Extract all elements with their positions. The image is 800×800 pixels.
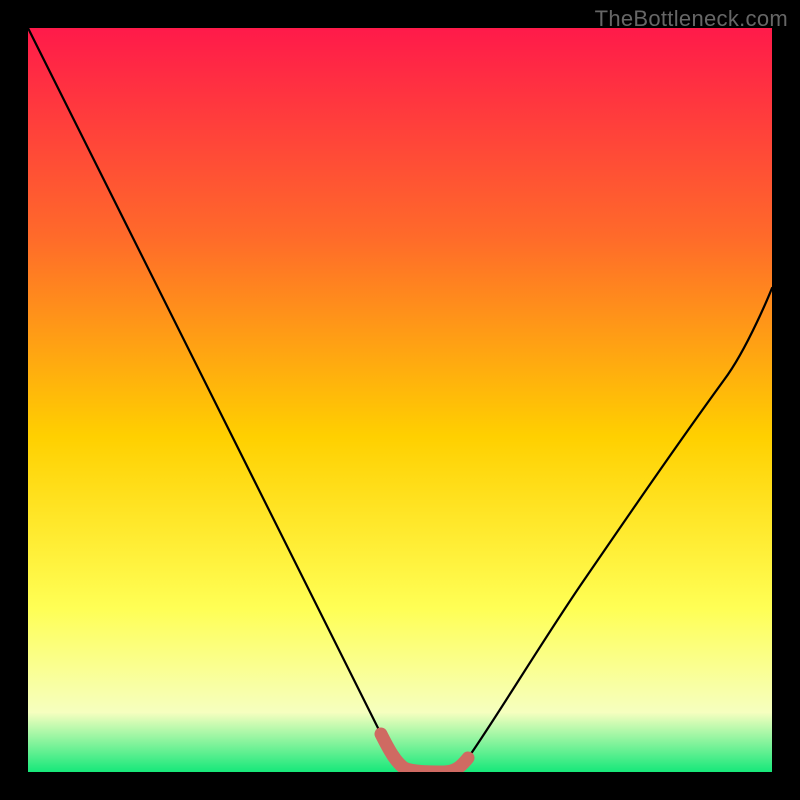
watermark-text: TheBottleneck.com <box>595 6 788 32</box>
plot-area <box>28 28 772 772</box>
chart-svg <box>28 28 772 772</box>
chart-frame: TheBottleneck.com <box>0 0 800 800</box>
gradient-background <box>28 28 772 772</box>
